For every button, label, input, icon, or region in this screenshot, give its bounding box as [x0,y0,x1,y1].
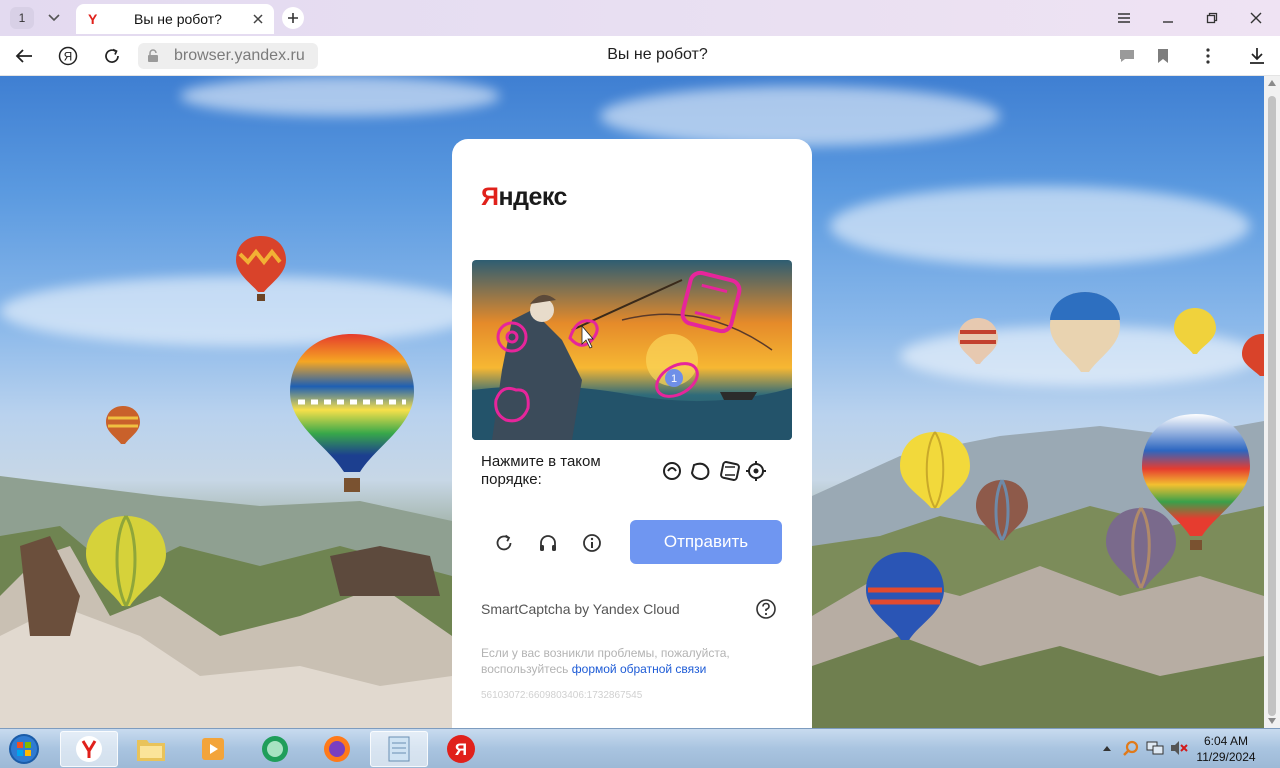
tab-counter[interactable]: 1 [10,7,34,29]
more-options-icon[interactable] [1196,44,1220,68]
film-icon [720,461,740,481]
yandex-browser-icon [76,736,102,762]
address-bar[interactable]: browser.yandex.ru [138,43,318,69]
windows-taskbar: Я 6:04 AM 11/29/2024 [0,728,1280,768]
help-icon[interactable] [755,598,777,620]
svg-text:Я: Я [64,50,73,64]
start-button[interactable] [4,731,44,767]
volume-muted-icon[interactable] [1170,739,1188,757]
green-app-icon [262,736,288,762]
feedback-link[interactable]: формой обратной связи [572,662,707,676]
tab-active[interactable]: Y Вы не робот? [76,4,274,34]
captcha-order-icons [660,457,772,485]
hot-air-balloon [1242,334,1264,376]
taskbar-yandex-browser[interactable] [60,731,118,767]
info-icon[interactable] [580,531,604,555]
hot-air-balloon [1050,292,1120,372]
show-hidden-icons[interactable] [1098,739,1116,757]
svg-text:Я: Я [455,740,467,759]
page-scrollbar[interactable] [1264,76,1280,728]
yandex-favicon-icon: Y [88,11,98,27]
folder-icon [137,740,165,761]
close-tab-icon[interactable] [250,11,266,27]
url-text: browser.yandex.ru [174,47,305,64]
scroll-up-icon[interactable] [1268,80,1276,86]
minimize-icon[interactable] [1156,6,1180,30]
scroll-thumb[interactable] [1268,96,1276,716]
clock-time: 6:04 AM [1203,734,1249,748]
hot-air-balloon [976,479,1028,541]
captcha-card: Яндекс 1 Нажмите в таком порядке: Отправ… [452,139,812,739]
taskbar-media-player[interactable] [184,731,242,767]
request-id: 56103072:6609803406:1732867545 [481,690,643,701]
lock-icon[interactable] [146,49,160,63]
tab-strip: 1 Y Вы не робот? [0,0,1280,36]
problem-text: Если у вас возникли проблемы, пожалуйста… [481,646,730,676]
hot-air-balloon [1106,507,1176,589]
tab-title: Вы не робот? [134,11,222,27]
hot-air-balloon [958,318,998,364]
taskbar-firefox[interactable] [308,731,366,767]
restore-icon[interactable] [1200,6,1224,30]
fist-icon [690,462,710,481]
hot-air-balloon [86,515,166,607]
hot-air-balloon [866,552,944,640]
gear-flower-icon [746,461,766,481]
media-player-icon [202,738,224,760]
new-tab-button[interactable] [282,7,304,29]
submit-button[interactable]: Отправить [630,520,782,564]
download-icon[interactable] [1245,44,1269,68]
hot-air-balloon [236,236,286,301]
bookmark-icon[interactable] [1151,44,1175,68]
reload-icon[interactable] [100,44,124,68]
hot-air-balloon [290,334,414,492]
hot-air-balloon [900,431,970,509]
yandex-icon: Я [447,735,475,763]
refresh-captcha-icon[interactable] [492,531,516,555]
clock-date: 11/29/2024 [1196,750,1256,764]
captcha-picture[interactable]: 1 [472,260,792,440]
yandex-logo: Яндекс [481,183,567,211]
page-title: Вы не робот? [607,46,708,63]
smartcaptcha-label: SmartCaptcha by Yandex Cloud [481,601,680,617]
back-arrow-icon[interactable] [12,44,36,68]
scroll-down-icon[interactable] [1268,718,1276,724]
taskbar-yandex[interactable]: Я [432,731,490,767]
swirl-icon [663,462,681,480]
taskbar-clock[interactable]: 6:04 AM 11/29/2024 [1196,733,1256,765]
hot-air-balloon [1174,308,1216,354]
close-window-icon[interactable] [1244,6,1268,30]
browser-toolbar: Я browser.yandex.ru Вы не робот? [0,36,1280,76]
reader-icon[interactable] [1115,44,1139,68]
audio-captcha-icon[interactable] [536,531,560,555]
taskbar-file-explorer[interactable] [122,731,180,767]
firefox-icon [324,736,350,762]
captcha-instruction: Нажмите в таком порядке: [481,453,601,488]
search-tray-icon[interactable] [1122,739,1140,757]
hot-air-balloon [106,406,140,444]
captcha-image[interactable]: 1 [472,260,792,440]
yandex-home-icon[interactable]: Я [56,44,80,68]
network-icon[interactable] [1146,739,1164,757]
notepad-icon [388,736,410,762]
click-marker-number: 1 [671,373,677,385]
taskbar-notepad[interactable] [370,731,428,767]
taskbar-app-green[interactable] [246,731,304,767]
menu-icon[interactable] [1112,6,1136,30]
tabs-dropdown-icon[interactable] [42,7,66,29]
